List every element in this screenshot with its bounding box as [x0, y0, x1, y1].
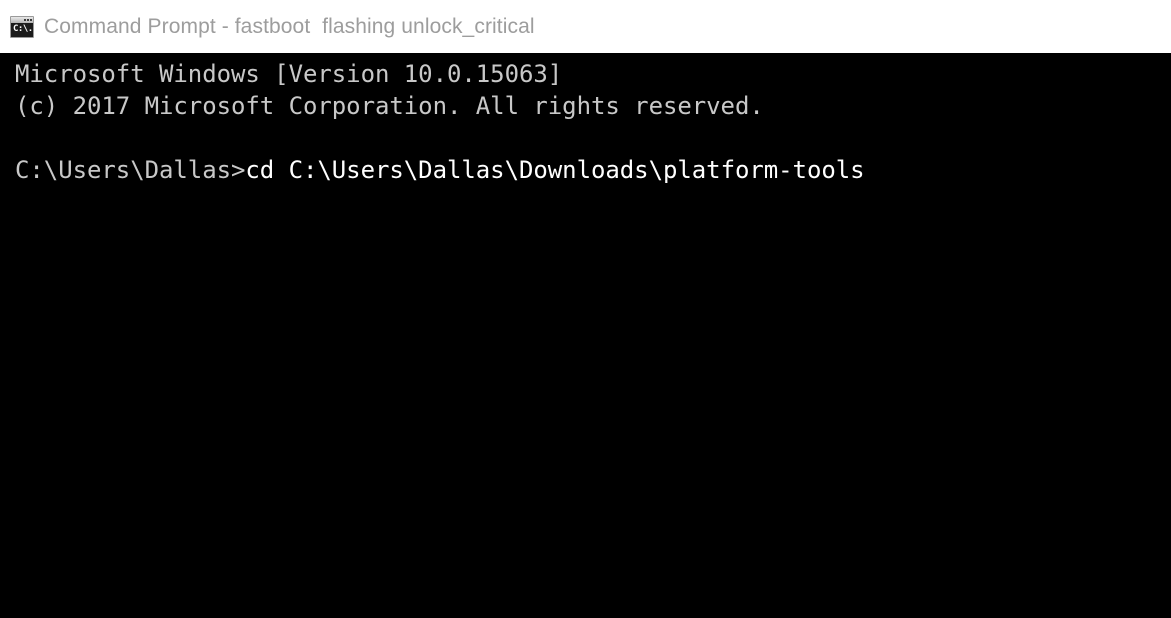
title-bar[interactable]: C:\. Command Prompt - fastboot flashing …: [0, 0, 1171, 53]
typed-command: cd C:\Users\Dallas\Downloads\platform-to…: [245, 156, 865, 184]
icon-dot: [27, 18, 29, 21]
command-prompt-icon: C:\.: [10, 15, 34, 38]
console-line-prompt: C:\Users\Dallas>cd C:\Users\Dallas\Downl…: [15, 154, 1171, 186]
icon-dot: [30, 18, 32, 21]
command-prompt-window: C:\. Command Prompt - fastboot flashing …: [0, 0, 1171, 618]
icon-prompt-glyph: C:\.: [13, 23, 32, 34]
prompt-path: C:\Users\Dallas>: [15, 156, 246, 184]
console-line-version: Microsoft Windows [Version 10.0.15063]: [15, 60, 563, 88]
icon-title-strip: [11, 16, 33, 23]
window-title: Command Prompt - fastboot flashing unloc…: [44, 14, 535, 38]
console-line-copyright: (c) 2017 Microsoft Corporation. All righ…: [15, 92, 764, 120]
console-output-area[interactable]: Microsoft Windows [Version 10.0.15063] (…: [0, 53, 1171, 618]
icon-dot: [24, 18, 26, 21]
